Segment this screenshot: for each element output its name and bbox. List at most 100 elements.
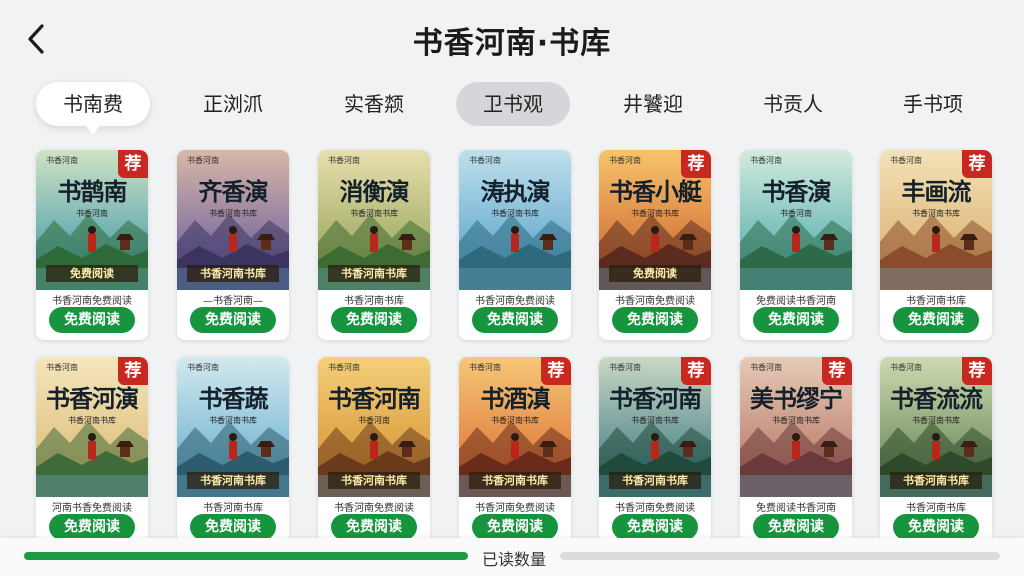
cover-band: 书香河南书库 <box>187 265 279 282</box>
book-card[interactable]: 书香河南 书香流流 书香河南书库 书香河南书库荐书香河南书库 免费阅读 <box>880 357 992 547</box>
cover-illustration <box>740 150 852 290</box>
cover-publisher: 书香河南 <box>469 363 501 372</box>
book-card[interactable]: 书香河南 消衡演 书香河南书库 书香河南书库 书香河南书库 免费阅读 <box>318 150 430 340</box>
cover-subtitle: 书香河南书库 <box>631 209 679 218</box>
cover-subtitle: 书香河南书库 <box>209 416 257 425</box>
cover-subtitle: 书香河南书库 <box>68 416 116 425</box>
cover-subtitle: 书香河南书库 <box>912 416 960 425</box>
cover-title: 齐香演 <box>198 177 269 206</box>
cover-band: 书香河南书库 <box>328 472 420 489</box>
book-card[interactable]: 书香河南 美书缪宁 书香河南书库荐免费阅读书香河南 免费阅读 <box>740 357 852 547</box>
book-cover[interactable]: 书香河南 书香演 书香河南 <box>740 150 852 290</box>
cover-subtitle: 书香河南书库 <box>772 416 820 425</box>
book-caption: 书香河南书库 <box>344 296 404 307</box>
recommend-badge: 荐 <box>681 150 711 178</box>
book-cover[interactable]: 书香河南 书香蔬 书香河南书库 书香河南书库 <box>177 357 289 497</box>
book-caption: 免费阅读书香河南 <box>756 296 836 307</box>
cover-subtitle: 书香河南 <box>780 209 812 218</box>
book-cover[interactable]: 书香河南 丰画流 书香河南书库荐 <box>880 150 992 290</box>
cover-subtitle: 书香河南书库 <box>631 416 679 425</box>
free-read-button[interactable]: 免费阅读 <box>49 514 135 540</box>
cover-subtitle: 书香河南 <box>76 209 108 218</box>
free-read-button[interactable]: 免费阅读 <box>612 514 698 540</box>
cover-publisher: 书香河南 <box>46 156 78 165</box>
book-card[interactable]: 书香河南 书香河演 书香河南书库荐河南书香免费阅读 免费阅读 <box>36 357 148 547</box>
book-caption: 书香河南书库 <box>906 296 966 307</box>
cover-subtitle: 书香河南书库 <box>209 209 257 218</box>
cover-publisher: 书香河南 <box>328 363 360 372</box>
free-read-button[interactable]: 免费阅读 <box>190 307 276 333</box>
cover-title: 涛执演 <box>480 177 551 206</box>
free-read-button[interactable]: 免费阅读 <box>190 514 276 540</box>
recommend-badge: 荐 <box>822 357 852 385</box>
book-cover[interactable]: 书香河南 书香河南 书香河南 书香河南书库 <box>318 357 430 497</box>
free-read-button[interactable]: 免费阅读 <box>893 514 979 540</box>
cover-publisher: 书香河南 <box>750 363 782 372</box>
cover-title: 书香河南 <box>328 384 421 413</box>
cover-publisher: 书香河南 <box>609 363 641 372</box>
cover-publisher: 书香河南 <box>890 363 922 372</box>
book-caption: 书香河南书库 <box>203 503 263 514</box>
book-caption: 书香河南免费阅读 <box>52 296 132 307</box>
reading-progress-bar: 已读数量 <box>0 538 1024 576</box>
book-caption: 书香河南免费阅读 <box>334 503 414 514</box>
book-cover[interactable]: 书香河南 书酒滇 书香河南书库 书香河南书库荐 <box>459 357 571 497</box>
book-cover[interactable]: 书香河南 书鹊南 书香河南 免费阅读荐 <box>36 150 148 290</box>
cover-publisher: 书香河南 <box>187 363 219 372</box>
recommend-badge: 荐 <box>681 357 711 385</box>
cover-band: 书香河南书库 <box>609 472 701 489</box>
progress-track <box>560 552 1000 560</box>
book-cover[interactable]: 书香河南 消衡演 书香河南书库 书香河南书库 <box>318 150 430 290</box>
cover-band: 免费阅读 <box>609 265 701 282</box>
book-cover[interactable]: 书香河南 书香小艇 书香河南书库 免费阅读荐 <box>599 150 711 290</box>
cover-subtitle: 书香河南 <box>358 416 390 425</box>
cover-publisher: 书香河南 <box>750 156 782 165</box>
cover-title: 消衡演 <box>339 177 410 206</box>
free-read-button[interactable]: 免费阅读 <box>472 307 558 333</box>
cover-band: 书香河南书库 <box>469 472 561 489</box>
free-read-button[interactable]: 免费阅读 <box>331 307 417 333</box>
book-caption: —书香河南— <box>203 296 263 307</box>
progress-fill <box>24 552 468 560</box>
book-card[interactable]: 书香河南 齐香演 书香河南书库 书香河南书库 —书香河南— 免费阅读 <box>177 150 289 340</box>
book-card[interactable]: 书香河南 书香河南 书香河南书库 书香河南书库荐书香河南免费阅读 免费阅读 <box>599 357 711 547</box>
book-cover[interactable]: 书香河南 涛执演 书香河南书库 <box>459 150 571 290</box>
free-read-button[interactable]: 免费阅读 <box>753 307 839 333</box>
cover-publisher: 书香河南 <box>890 156 922 165</box>
book-card[interactable]: 书香河南 涛执演 书香河南书库 书香河南免费阅读 免费阅读 <box>459 150 571 340</box>
cover-publisher: 书香河南 <box>609 156 641 165</box>
book-card[interactable]: 书香河南 书香演 书香河南 免费阅读书香河南 免费阅读 <box>740 150 852 340</box>
cover-publisher: 书香河南 <box>187 156 219 165</box>
book-caption: 书香河南免费阅读 <box>475 503 555 514</box>
book-caption: 免费阅读书香河南 <box>756 503 836 514</box>
book-cover[interactable]: 书香河南 美书缪宁 书香河南书库荐 <box>740 357 852 497</box>
free-read-button[interactable]: 免费阅读 <box>472 514 558 540</box>
cover-band: 书香河南书库 <box>890 472 982 489</box>
recommend-badge: 荐 <box>962 357 992 385</box>
book-card[interactable]: 书香河南 书香河南 书香河南 书香河南书库 书香河南免费阅读 免费阅读 <box>318 357 430 547</box>
book-card[interactable]: 书香河南 书鹊南 书香河南 免费阅读荐书香河南免费阅读 免费阅读 <box>36 150 148 340</box>
book-cover[interactable]: 书香河南 书香河演 书香河南书库荐 <box>36 357 148 497</box>
book-cover[interactable]: 书香河南 书香流流 书香河南书库 书香河南书库荐 <box>880 357 992 497</box>
book-caption: 书香河南免费阅读 <box>615 503 695 514</box>
book-cover[interactable]: 书香河南 书香河南 书香河南书库 书香河南书库荐 <box>599 357 711 497</box>
book-card[interactable]: 书香河南 丰画流 书香河南书库荐书香河南书库 免费阅读 <box>880 150 992 340</box>
book-card[interactable]: 书香河南 书香小艇 书香河南书库 免费阅读荐书香河南免费阅读 免费阅读 <box>599 150 711 340</box>
book-card[interactable]: 书香河南 书香蔬 书香河南书库 书香河南书库 书香河南书库 免费阅读 <box>177 357 289 547</box>
cover-publisher: 书香河南 <box>328 156 360 165</box>
free-read-button[interactable]: 免费阅读 <box>753 514 839 540</box>
cover-band: 免费阅读 <box>46 265 138 282</box>
free-read-button[interactable]: 免费阅读 <box>331 514 417 540</box>
cover-band: 书香河南书库 <box>328 265 420 282</box>
free-read-button[interactable]: 免费阅读 <box>49 307 135 333</box>
book-cover[interactable]: 书香河南 齐香演 书香河南书库 书香河南书库 <box>177 150 289 290</box>
cover-title: 书香演 <box>761 177 832 206</box>
recommend-badge: 荐 <box>118 150 148 178</box>
free-read-button[interactable]: 免费阅读 <box>893 307 979 333</box>
free-read-button[interactable]: 免费阅读 <box>612 307 698 333</box>
book-grid: 书香河南 书鹊南 书香河南 免费阅读荐书香河南免费阅读 免费阅读 书香河南 齐香演 书香河南书… <box>0 0 1024 576</box>
cover-band: 书香河南书库 <box>187 472 279 489</box>
progress-label: 已读数量 <box>481 550 546 569</box>
cover-subtitle: 书香河南书库 <box>491 416 539 425</box>
book-card[interactable]: 书香河南 书酒滇 书香河南书库 书香河南书库荐书香河南免费阅读 免费阅读 <box>459 357 571 547</box>
